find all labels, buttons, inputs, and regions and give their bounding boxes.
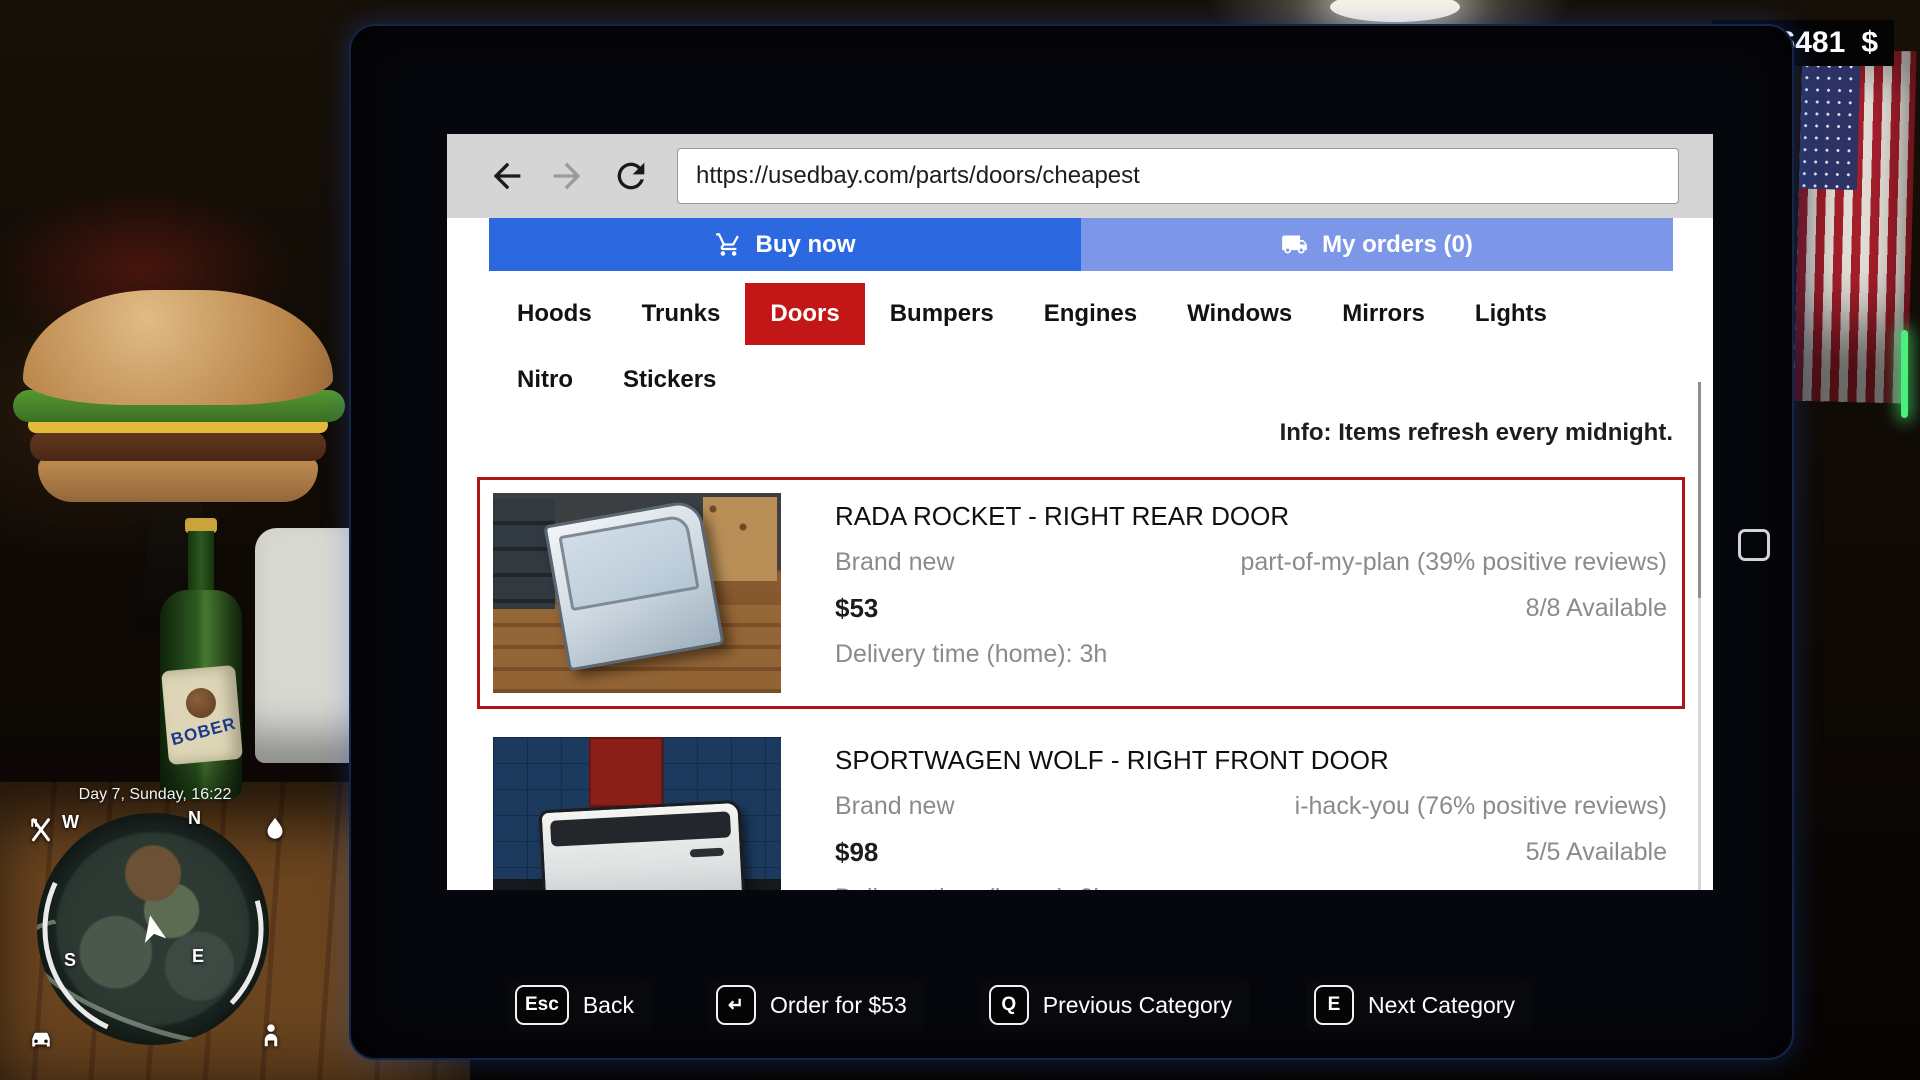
enter-key-icon: ↵ <box>716 985 756 1025</box>
url-text: https://usedbay.com/parts/doors/cheapest <box>696 162 1140 190</box>
esc-key-icon: Esc <box>515 985 569 1025</box>
browser-toolbar: https://usedbay.com/parts/doors/cheapest <box>447 134 1713 218</box>
tab-trunks[interactable]: Trunks <box>617 283 746 345</box>
game-datetime: Day 7, Sunday, 16:22 <box>20 786 290 804</box>
compass-north: N <box>188 808 201 829</box>
item-price: $53 <box>835 593 878 623</box>
car-door-image <box>538 800 745 890</box>
tab-hoods[interactable]: Hoods <box>492 283 617 345</box>
back-hotkey-button[interactable]: Esc Back <box>507 978 652 1032</box>
refresh-icon[interactable] <box>609 154 653 198</box>
scrollbar-thumb[interactable] <box>1698 382 1701 598</box>
item-title: RADA ROCKET - RIGHT REAR DOOR <box>835 501 1667 531</box>
my-orders-button[interactable]: My orders (0) <box>1081 218 1673 271</box>
person-icon <box>256 1020 286 1050</box>
dollar-icon: $ <box>1861 26 1878 60</box>
tab-doors[interactable]: Doors <box>745 283 864 345</box>
tab-nitro[interactable]: Nitro <box>492 349 598 411</box>
tablet-device: https://usedbay.com/parts/doors/cheapest… <box>349 24 1794 1060</box>
item-delivery: Delivery time (home): 3h <box>835 639 1107 669</box>
refresh-info-text: Info: Items refresh every midnight. <box>447 419 1673 449</box>
url-bar[interactable]: https://usedbay.com/parts/doors/cheapest <box>677 148 1679 204</box>
item-delivery: Delivery time (home): 3h <box>835 883 1107 890</box>
scrollbar[interactable] <box>1698 382 1701 890</box>
item-condition: Brand new <box>835 547 955 577</box>
item-listing-rada-rocket[interactable]: RADA ROCKET - RIGHT REAR DOOR Brand new … <box>477 477 1685 709</box>
q-key-icon: Q <box>989 985 1029 1025</box>
item-title: SPORTWAGEN WOLF - RIGHT FRONT DOOR <box>835 745 1667 775</box>
tab-bumpers[interactable]: Bumpers <box>865 283 1019 345</box>
flag-canton <box>1799 49 1861 190</box>
minimap-hud: Day 7, Sunday, 16:22 N E S W <box>20 778 308 1078</box>
water-drop-icon <box>260 814 290 844</box>
bottle-label: BOBER <box>161 665 243 765</box>
browser-window: https://usedbay.com/parts/doors/cheapest… <box>447 134 1713 890</box>
utensils-icon <box>26 816 56 846</box>
item-availability: 8/8 Available <box>1526 593 1667 623</box>
buy-now-label: Buy now <box>756 231 856 259</box>
tab-mirrors[interactable]: Mirrors <box>1317 283 1450 345</box>
tab-engines[interactable]: Engines <box>1019 283 1162 345</box>
game-screen: BOBER 6481 $ https://usedbay.com/part <box>0 0 1920 1080</box>
compass-south: S <box>64 950 76 971</box>
item-thumbnail <box>493 737 781 890</box>
car-door-image <box>543 498 724 671</box>
my-orders-label: My orders (0) <box>1322 231 1473 259</box>
car-icon <box>26 1024 56 1054</box>
buy-now-button[interactable]: Buy now <box>489 218 1081 271</box>
item-condition: Brand new <box>835 791 955 821</box>
tab-stickers[interactable]: Stickers <box>598 349 741 411</box>
category-tabs: Hoods Trunks Doors Bumpers Engines Windo… <box>492 271 1673 411</box>
tablet-home-button[interactable] <box>1738 529 1770 561</box>
minimap <box>37 813 269 1045</box>
item-availability: 5/5 Available <box>1526 837 1667 867</box>
tab-lights[interactable]: Lights <box>1450 283 1572 345</box>
e-key-icon: E <box>1314 985 1354 1025</box>
next-category-hotkey-button[interactable]: E Next Category <box>1306 978 1533 1032</box>
item-seller: i-hack-you (76% positive reviews) <box>1295 791 1667 821</box>
order-hotkey-button[interactable]: ↵ Order for $53 <box>708 978 925 1032</box>
tab-windows[interactable]: Windows <box>1162 283 1317 345</box>
back-icon[interactable] <box>485 154 529 198</box>
item-seller: part-of-my-plan (39% positive reviews) <box>1240 547 1667 577</box>
forward-icon[interactable] <box>545 154 589 198</box>
beaver-logo <box>185 687 218 720</box>
item-listing-sportwagen-wolf[interactable]: SPORTWAGEN WOLF - RIGHT FRONT DOOR Brand… <box>477 721 1685 890</box>
beer-bottle: BOBER <box>148 518 254 800</box>
compass-east: E <box>192 946 204 967</box>
item-thumbnail <box>493 493 781 693</box>
hotkey-bar: Esc Back ↵ Order for $53 Q Previous Cate… <box>507 978 1533 1032</box>
previous-category-hotkey-button[interactable]: Q Previous Category <box>981 978 1250 1032</box>
bottle-label-text: BOBER <box>169 714 238 751</box>
truck-icon <box>1281 231 1308 258</box>
cart-icon <box>715 231 742 258</box>
item-price: $98 <box>835 837 878 867</box>
american-flag <box>1793 49 1916 404</box>
green-neon-light <box>1901 330 1908 418</box>
compass-west: W <box>62 812 79 833</box>
shop-nav: Buy now My orders (0) <box>489 218 1673 271</box>
